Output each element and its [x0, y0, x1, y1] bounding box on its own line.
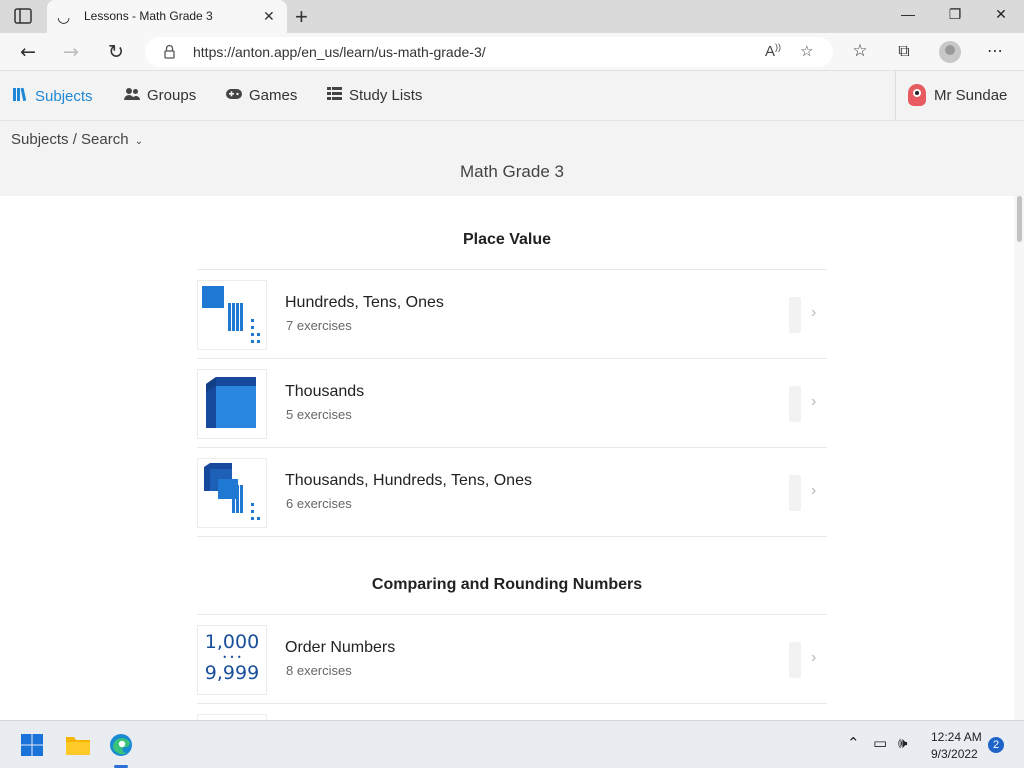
restore-button[interactable]: ❐: [940, 6, 970, 26]
chevron-right-icon: ›: [811, 393, 817, 410]
nav-study-lists[interactable]: Study Lists: [327, 87, 422, 104]
clock-date: 9/3/2022: [931, 747, 978, 761]
books-icon: [13, 87, 28, 105]
lesson-row[interactable]: Thousands 5 exercises ›: [197, 359, 827, 448]
lesson-content: Place Value Hundreds, Tens, Ones 7 exerc…: [0, 196, 1014, 720]
lesson-exercise-count: 8 exercises: [286, 663, 352, 678]
progress-indicator: [789, 297, 801, 333]
browser-tab[interactable]: ◡ Lessons - Math Grade 3 ✕: [47, 0, 287, 33]
address-bar[interactable]: https://anton.app/en_us/learn/us-math-gr…: [145, 37, 833, 67]
lesson-row[interactable]: 1,000 • • • 9,999 Order Numbers 8 exerci…: [197, 615, 827, 704]
place-value-blocks-icon: [197, 458, 267, 528]
tab-title: Lessons - Math Grade 3: [84, 9, 213, 23]
monster-avatar-icon: [908, 84, 926, 106]
system-clock[interactable]: 12:24 AM 9/3/2022: [931, 729, 982, 763]
thumb-number-top: 1,000: [204, 631, 260, 653]
lesson-title: Thousands: [285, 383, 365, 400]
scrollbar[interactable]: [1014, 196, 1024, 720]
section-title: Comparing and Rounding Numbers: [371, 576, 643, 593]
app-nav: Subjects Groups Games Study Lists Mr Sun…: [0, 71, 1024, 121]
lesson-exercise-count: 6 exercises: [286, 496, 352, 511]
page-title: Math Grade 3: [460, 162, 564, 181]
more-menu-icon[interactable]: ⋯: [983, 41, 1007, 63]
lesson-row[interactable]: Thousands, Hundreds, Tens, Ones 6 exerci…: [197, 448, 827, 537]
lesson-exercise-count: 5 exercises: [286, 407, 352, 422]
back-icon[interactable]: ←: [16, 41, 40, 63]
nav-games[interactable]: Games: [226, 87, 297, 104]
thousands-cube-icon: [197, 369, 267, 439]
forward-icon[interactable]: →: [59, 41, 83, 63]
tab-actions-icon[interactable]: [14, 8, 32, 24]
progress-indicator: [789, 386, 801, 422]
favicon-icon: ◡: [57, 8, 71, 26]
notification-badge[interactable]: 2: [988, 737, 1004, 753]
progress-indicator: [789, 642, 801, 678]
refresh-icon[interactable]: ↻: [104, 41, 128, 63]
clock-time: 12:24 AM: [931, 730, 982, 744]
breadcrumb[interactable]: Subjects / Search ⌄: [11, 131, 143, 148]
progress-indicator: [789, 475, 801, 511]
list-icon: [327, 87, 342, 104]
windows-start-icon[interactable]: [20, 733, 44, 757]
file-explorer-icon[interactable]: [65, 733, 90, 757]
chevron-right-icon: ›: [811, 304, 817, 321]
tab-strip: ◡ Lessons - Math Grade 3 ✕ + — ❐ ✕: [0, 0, 1024, 33]
network-icon[interactable]: ▭: [873, 734, 887, 752]
user-menu[interactable]: Mr Sundae: [895, 71, 1024, 121]
lesson-title: Thousands, Hundreds, Tens, Ones: [285, 472, 532, 489]
nav-study-lists-label: Study Lists: [349, 87, 423, 104]
lesson-row[interactable]: [197, 704, 827, 720]
add-favorite-icon[interactable]: ☆: [800, 42, 813, 60]
lock-icon[interactable]: [164, 44, 175, 59]
volume-icon[interactable]: 🕪: [898, 734, 907, 752]
nav-subjects[interactable]: Subjects: [13, 87, 93, 105]
thumb-dots: • • •: [222, 653, 242, 662]
edge-icon[interactable]: [109, 733, 133, 757]
order-numbers-thumbnail: 1,000 • • • 9,999: [197, 625, 267, 695]
user-name: Mr Sundae: [934, 87, 1008, 104]
close-tab-icon[interactable]: ✕: [263, 8, 275, 25]
collections-icon[interactable]: ⧉: [892, 41, 916, 63]
lesson-list: 1,000 • • • 9,999 Order Numbers 8 exerci…: [197, 614, 827, 720]
chevron-right-icon: ›: [811, 482, 817, 499]
nav-games-label: Games: [249, 87, 298, 104]
profile-avatar[interactable]: [939, 41, 961, 63]
read-aloud-icon[interactable]: A)): [765, 42, 781, 60]
chevron-right-icon: ›: [811, 649, 817, 666]
chevron-up-icon[interactable]: ⌃: [847, 734, 860, 752]
close-window-button[interactable]: ✕: [986, 6, 1016, 26]
users-icon: [124, 87, 140, 104]
chevron-down-icon: ⌄: [134, 136, 144, 147]
minimize-button[interactable]: —: [893, 6, 923, 26]
hundreds-blocks-icon: [197, 280, 267, 350]
favorites-icon[interactable]: ☆: [848, 41, 872, 63]
lesson-row[interactable]: Hundreds, Tens, Ones 7 exercises ›: [197, 270, 827, 359]
lesson-exercise-count: 7 exercises: [286, 318, 352, 333]
nav-groups-label: Groups: [147, 87, 197, 104]
taskbar: ⌃ ▭ 🕪 12:24 AM 9/3/2022 2: [0, 720, 1024, 768]
section-title: Place Value: [462, 231, 552, 248]
thumb-number-bottom: 9,999: [204, 662, 260, 684]
lesson-title: Order Numbers: [285, 639, 396, 656]
breadcrumb-label: Subjects / Search: [11, 131, 129, 148]
lesson-title: Hundreds, Tens, Ones: [285, 294, 444, 311]
url-text[interactable]: https://anton.app/en_us/learn/us-math-gr…: [193, 44, 486, 60]
nav-subjects-label: Subjects: [35, 87, 93, 105]
browser-toolbar: ← → ↻ https://anton.app/en_us/learn/us-m…: [0, 33, 1024, 71]
nav-groups[interactable]: Groups: [124, 87, 196, 104]
scrollbar-thumb[interactable]: [1017, 196, 1022, 242]
new-tab-button[interactable]: +: [295, 4, 308, 30]
gamepad-icon: [226, 88, 242, 104]
lesson-list: Hundreds, Tens, Ones 7 exercises › Thous…: [197, 269, 827, 537]
